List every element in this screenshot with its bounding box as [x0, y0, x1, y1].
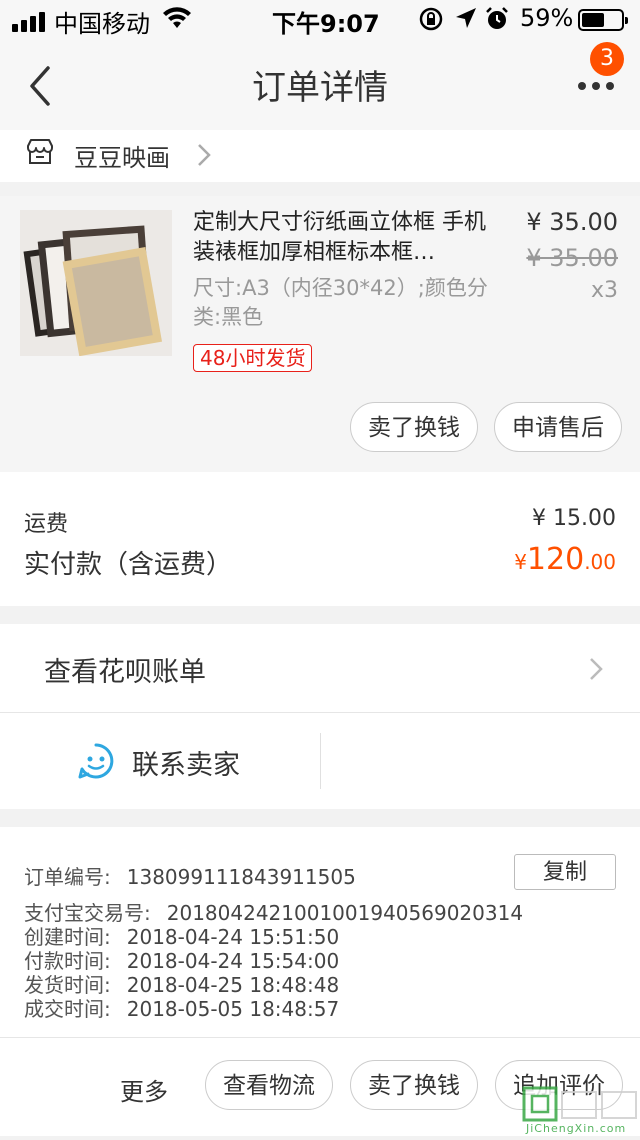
battery-icon [578, 9, 628, 31]
completed-time: 2018-05-05 18:48:57 [126, 997, 340, 1021]
location-icon [454, 6, 478, 38]
paid-amount: ¥120.00 [514, 542, 616, 577]
product-price: ¥ 35.00 [526, 208, 618, 236]
completed-time-label: 成交时间: [24, 997, 111, 1021]
chevron-right-icon [196, 142, 212, 172]
chevron-right-icon [588, 656, 604, 686]
status-bar: 中国移动 下午9:07 59% [0, 0, 640, 40]
watermark: JiChengXin.com [522, 1084, 640, 1136]
currency-symbol: ¥ [514, 550, 527, 574]
order-number: 138099111843911505 [126, 865, 356, 889]
copy-button[interactable]: 复制 [514, 854, 616, 890]
sell-button[interactable]: 卖了换钱 [350, 402, 478, 452]
freight-label: 运费 [24, 512, 69, 537]
battery-percent: 59% [520, 4, 574, 32]
product-original-price: ¥ 35.00 [526, 244, 618, 272]
more-actions-button[interactable]: 更多 [120, 1072, 168, 1107]
alarm-icon [484, 6, 510, 38]
store-icon [24, 136, 56, 172]
paid-label: 实付款（含运费） [24, 550, 233, 580]
orientation-lock-icon [418, 6, 444, 38]
signal-icon [12, 12, 45, 32]
product-title[interactable]: 定制大尺寸衍纸画立体框 手机装裱框加厚相框标本框… [193, 208, 503, 268]
contact-seller-label: 联系卖家 [132, 750, 240, 781]
wifi-icon [162, 6, 192, 36]
order-info-section: 订单编号: 138099111843911505 复制 支付宝交易号: 201804… [0, 827, 640, 1037]
status-time: 下午9:07 [272, 10, 380, 38]
product-sku: 尺寸:A3（内径30*42）;颜色分类:黑色 [193, 276, 488, 329]
watermark-text: JiChengXin.com [526, 1122, 627, 1135]
notification-badge: 3 [590, 42, 624, 76]
shop-name: 豆豆映画 [74, 144, 170, 172]
shipping-tag: 48小时发货 [193, 344, 313, 372]
fees-section: 运费 ¥ 15.00 实付款（含运费） ¥120.00 [0, 472, 640, 606]
nav-bar: 订单详情 3 [0, 40, 640, 130]
product-card[interactable]: 定制大尺寸衍纸画立体框 手机装裱框加厚相框标本框… ¥ 35.00 ¥ 35.0… [0, 196, 640, 472]
sell-button[interactable]: 卖了换钱 [350, 1060, 478, 1110]
product-image[interactable] [20, 210, 172, 356]
more-button[interactable] [570, 70, 622, 100]
view-logistics-button[interactable]: 查看物流 [205, 1060, 333, 1110]
paid-amount-decimal: .00 [584, 550, 616, 574]
completed-time-row: 成交时间: 2018-05-05 18:48:57 [24, 993, 339, 1022]
shop-row[interactable]: 豆豆映画 [0, 130, 640, 182]
order-number-label: 订单编号: [24, 865, 111, 889]
carrier-name: 中国移动 [54, 10, 150, 38]
huabei-bill-row[interactable]: 查看花呗账单 [0, 624, 640, 712]
after-sale-button[interactable]: 申请售后 [494, 402, 622, 452]
freight-value: ¥ 15.00 [532, 506, 616, 531]
contact-section: 联系卖家 [0, 713, 640, 809]
product-quantity: x3 [590, 278, 618, 303]
divider [320, 733, 321, 789]
order-number-row: 订单编号: 138099111843911505 [24, 861, 356, 890]
page-title: 订单详情 [252, 68, 388, 108]
contact-seller-button[interactable]: 联系卖家 [70, 733, 310, 789]
chat-face-icon [76, 741, 116, 785]
huabei-bill-label: 查看花呗账单 [44, 657, 206, 688]
paid-amount-integer: 120 [526, 542, 585, 577]
